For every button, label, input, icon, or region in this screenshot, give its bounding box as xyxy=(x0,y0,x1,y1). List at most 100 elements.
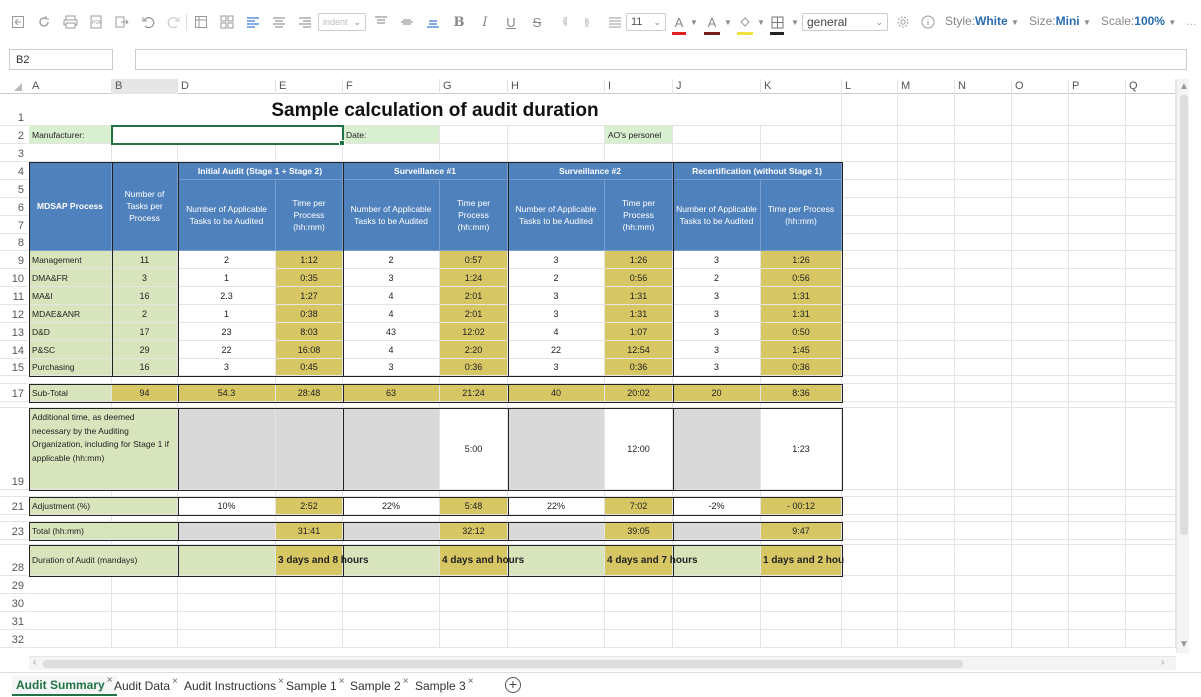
header-applicable-tasks[interactable]: Number of Applicable Tasks to be Audited xyxy=(343,180,440,251)
additional-k[interactable]: 1:23 xyxy=(761,408,842,490)
grid-cell[interactable] xyxy=(112,515,178,522)
select-all-icon[interactable] xyxy=(14,83,22,91)
borders-dropdown-icon[interactable]: ▼ xyxy=(790,11,800,33)
grid-cell[interactable] xyxy=(955,305,1012,323)
grid-cell[interactable] xyxy=(955,269,1012,287)
grid-cell[interactable] xyxy=(1126,94,1176,126)
recert-time[interactable]: 0:56 xyxy=(761,269,842,287)
grid-cell[interactable] xyxy=(842,594,898,612)
total-j[interactable] xyxy=(673,522,761,540)
column-header-b[interactable]: B xyxy=(112,79,178,94)
grid-cell[interactable] xyxy=(1126,594,1176,612)
grid-cell[interactable] xyxy=(1126,384,1176,402)
header-recertification[interactable]: Recertification (without Stage 1) xyxy=(673,162,842,180)
grid-cell[interactable] xyxy=(955,497,1012,515)
header-applicable-tasks[interactable]: Number of Applicable Tasks to be Audited xyxy=(673,180,761,251)
subtotal-d[interactable]: 54.3 xyxy=(178,384,276,402)
grid-cell[interactable] xyxy=(1126,305,1176,323)
grid-cell[interactable] xyxy=(955,162,1012,180)
grid-cell[interactable] xyxy=(29,490,112,497)
grid-cell[interactable] xyxy=(842,94,898,126)
grid-cell[interactable] xyxy=(898,376,955,384)
total-k[interactable]: 9:47 xyxy=(761,522,842,540)
grid-cell[interactable] xyxy=(955,341,1012,359)
manufacturer-label[interactable]: Manufacturer: xyxy=(29,126,112,144)
close-icon[interactable]: × xyxy=(403,676,409,687)
additional-h[interactable] xyxy=(508,408,605,490)
grid-cell[interactable] xyxy=(842,630,898,648)
name-box[interactable]: B2 xyxy=(9,49,113,70)
grid-cell[interactable] xyxy=(605,515,673,522)
grid-cell[interactable] xyxy=(276,144,343,162)
size-select[interactable]: Size:Mini ▼ xyxy=(1029,14,1091,28)
duration-g[interactable]: 4 days and hours xyxy=(440,545,524,576)
grid-cell[interactable] xyxy=(955,144,1012,162)
grid-cell[interactable] xyxy=(1126,323,1176,341)
grid-cell[interactable] xyxy=(898,359,955,376)
initial-applicable[interactable]: 1 xyxy=(178,305,276,323)
surv2-time[interactable]: 1:31 xyxy=(605,305,673,323)
grid-cell[interactable] xyxy=(1069,545,1126,576)
total-g[interactable]: 32:12 xyxy=(440,522,508,540)
grid-cell[interactable] xyxy=(178,576,276,594)
sheet-tab-sample-1[interactable]: Sample 1 × xyxy=(282,676,349,696)
scroll-left-icon[interactable]: ‹ xyxy=(33,657,36,668)
grid-cell[interactable] xyxy=(898,545,955,576)
undo-icon[interactable] xyxy=(140,11,156,33)
column-header-p[interactable]: P xyxy=(1069,79,1126,94)
row-header-20[interactable] xyxy=(0,490,28,497)
surv1-applicable[interactable]: 3 xyxy=(343,269,440,287)
grid-cell[interactable] xyxy=(1126,251,1176,269)
grid-cell[interactable] xyxy=(761,376,842,384)
column-header-h[interactable]: H xyxy=(508,79,605,94)
header-time-per-process[interactable]: Time per Process (hh:mm) xyxy=(605,180,673,251)
grid-cell[interactable] xyxy=(1126,144,1176,162)
grid-cell[interactable] xyxy=(1126,522,1176,540)
grid-cell[interactable] xyxy=(1069,497,1126,515)
subtotal-f[interactable]: 63 xyxy=(343,384,440,402)
grid-cell[interactable] xyxy=(1126,180,1176,198)
header-time-per-process[interactable]: Time per Process (hh:mm) xyxy=(761,180,842,251)
grid-cell[interactable] xyxy=(955,198,1012,216)
grid-cell[interactable] xyxy=(898,305,955,323)
grid-cell[interactable] xyxy=(276,576,343,594)
recert-applicable[interactable]: 3 xyxy=(673,287,761,305)
column-header-e[interactable]: E xyxy=(276,79,343,94)
grid-cell[interactable] xyxy=(440,490,508,497)
grid-cell[interactable] xyxy=(898,269,955,287)
adjustment-g[interactable]: 5:48 xyxy=(440,497,508,515)
column-header-n[interactable]: N xyxy=(955,79,1012,94)
grid-cell[interactable] xyxy=(898,630,955,648)
grid-cell[interactable] xyxy=(29,630,112,648)
grid-cell[interactable] xyxy=(1069,216,1126,234)
duration-label[interactable]: Duration of Audit (mandays) xyxy=(29,545,178,576)
grid-cell[interactable] xyxy=(955,323,1012,341)
grid-cell[interactable] xyxy=(1069,376,1126,384)
column-header-d[interactable]: D xyxy=(178,79,276,94)
column-header-a[interactable]: A xyxy=(29,79,112,94)
grid-cell[interactable] xyxy=(343,376,440,384)
process-name[interactable]: DMA&FR xyxy=(29,269,112,287)
grid-cell[interactable] xyxy=(898,576,955,594)
grid-cell[interactable] xyxy=(1126,234,1176,251)
row-header-30[interactable]: 30 xyxy=(0,594,28,612)
surv2-time[interactable]: 0:56 xyxy=(605,269,673,287)
grid-cell[interactable] xyxy=(1069,305,1126,323)
subtotal-j[interactable]: 20 xyxy=(673,384,761,402)
grid-cell[interactable] xyxy=(842,305,898,323)
grid-cell[interactable] xyxy=(605,612,673,630)
grid-cell[interactable] xyxy=(29,576,112,594)
initial-applicable[interactable]: 22 xyxy=(178,341,276,359)
adjustment-j[interactable]: -2% xyxy=(673,497,761,515)
grid-cell[interactable] xyxy=(178,630,276,648)
grid-cell[interactable] xyxy=(1012,630,1069,648)
column-header-q[interactable]: Q xyxy=(1126,79,1176,94)
process-name[interactable]: Purchasing xyxy=(29,359,112,376)
grid-cell[interactable] xyxy=(178,376,276,384)
grid-cell[interactable] xyxy=(842,497,898,515)
surv1-applicable[interactable]: 2 xyxy=(343,251,440,269)
surv2-applicable[interactable]: 3 xyxy=(508,305,605,323)
row-header-22[interactable] xyxy=(0,515,28,522)
column-header-k[interactable]: K xyxy=(761,79,842,94)
adjustment-k[interactable]: - 00:12 xyxy=(761,497,842,515)
